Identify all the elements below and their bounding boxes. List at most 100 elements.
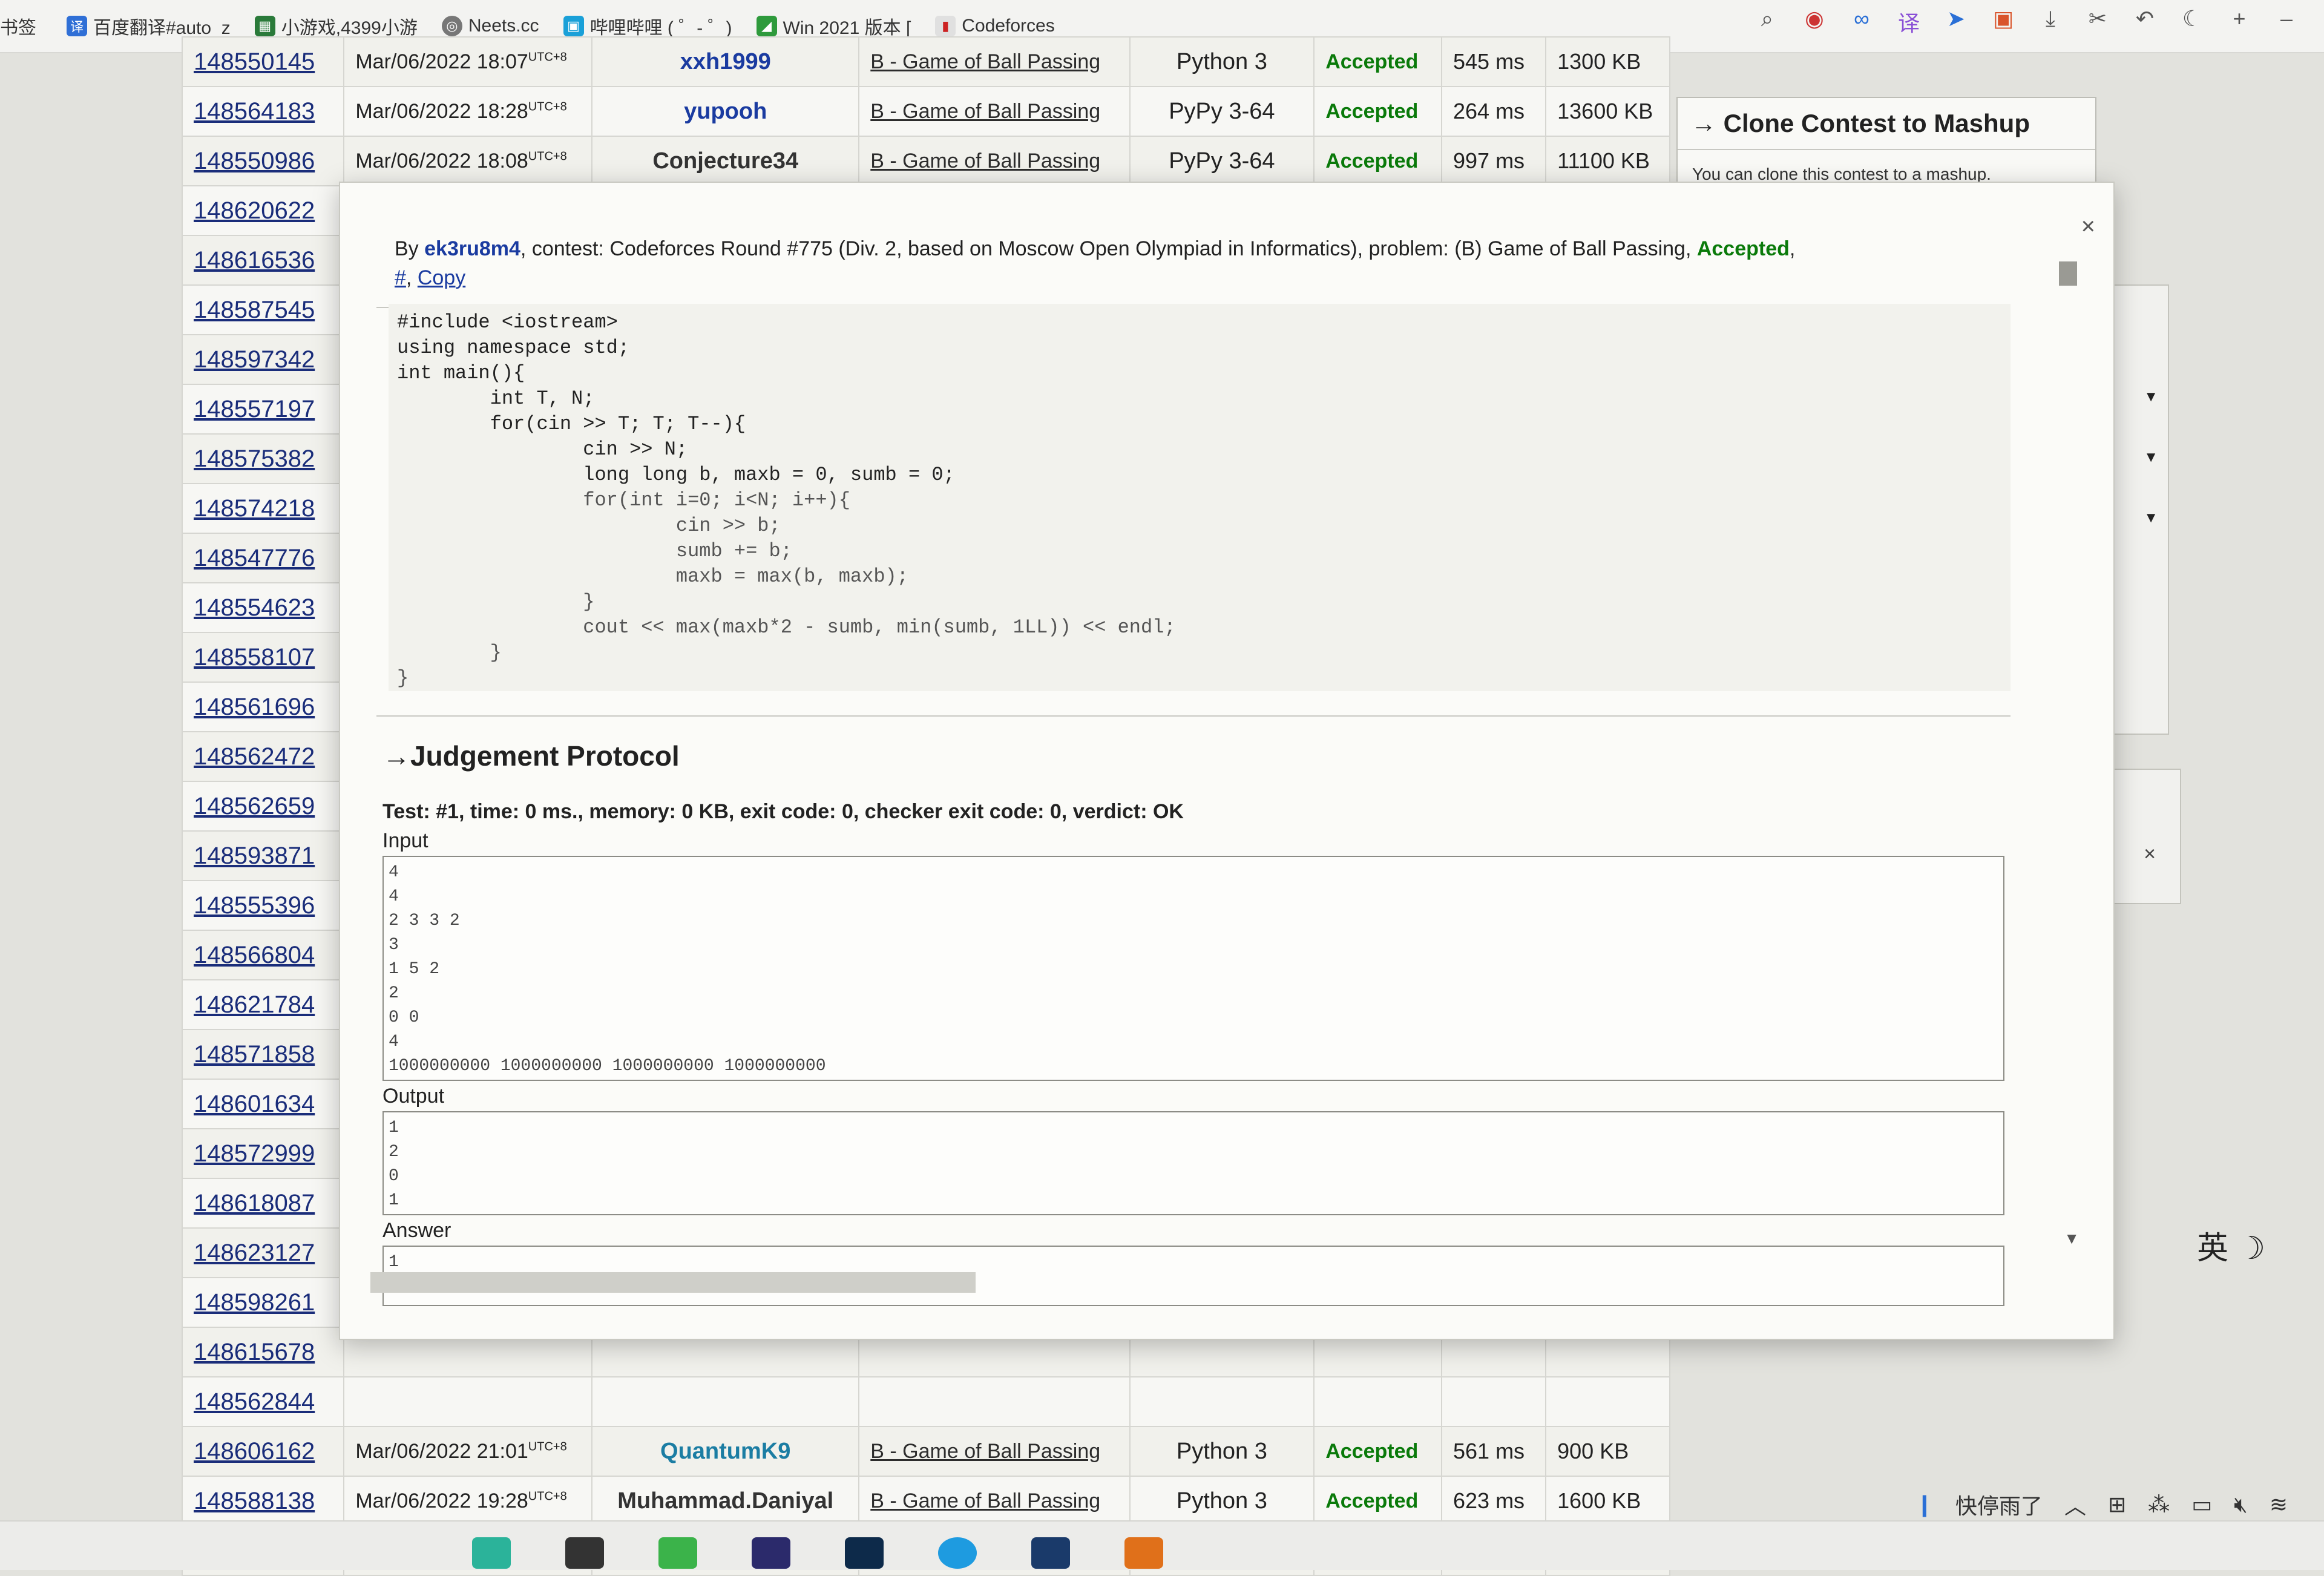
app-icon[interactable]: [565, 1537, 604, 1569]
bookmark-folder[interactable]: 书签: [0, 13, 36, 39]
bookmark-codeforces[interactable]: ▮ Codeforces: [935, 16, 1055, 36]
chevron-up-icon[interactable]: ︿: [2064, 1489, 2086, 1520]
clone-contest-title[interactable]: → Clone Contest to Mashup: [1678, 98, 2095, 150]
ime-icon[interactable]: ⊞: [2108, 1492, 2126, 1517]
chevron-down-icon[interactable]: ▼: [2144, 389, 2158, 405]
undo-icon[interactable]: ↶: [2132, 6, 2158, 38]
copy-link[interactable]: Copy: [418, 266, 465, 289]
close-icon[interactable]: ×: [2081, 213, 2095, 240]
bookmark-bilibili[interactable]: ▣ 哔哩哔哩 ( ゜- ゜): [563, 13, 732, 39]
submission-id[interactable]: 148593871: [181, 830, 345, 881]
problem-link[interactable]: B - Game of Ball Passing: [858, 86, 1131, 137]
submission-id[interactable]: 148621784: [181, 979, 345, 1030]
translate-icon[interactable]: 译: [1896, 6, 1922, 38]
submission-id[interactable]: 148620622: [181, 185, 345, 236]
submission-id[interactable]: 148574218: [181, 483, 345, 534]
wifi-icon[interactable]: ≋: [2270, 1492, 2288, 1517]
scissors-icon[interactable]: ✂: [2084, 6, 2111, 38]
weather-icon[interactable]: ❙: [1915, 1492, 1934, 1517]
table-cell: [343, 1376, 593, 1427]
bird-icon[interactable]: ➤: [1943, 6, 1969, 38]
vertical-scrollbar[interactable]: [2059, 261, 2077, 286]
submission-modal: × ▼ By ek3ru8m4, contest: Codeforces Rou…: [339, 182, 2115, 1340]
chevron-down-icon[interactable]: ▼: [2064, 1229, 2079, 1248]
author-handle[interactable]: xxh1999: [591, 36, 860, 87]
submission-id[interactable]: 148562472: [181, 731, 345, 782]
submission-id[interactable]: 148558107: [181, 632, 345, 683]
submission-id[interactable]: 148618087: [181, 1178, 345, 1229]
app-icon[interactable]: [1124, 1537, 1163, 1569]
code-line: #include <iostream>: [397, 311, 618, 333]
bookmark-baidu-translate[interactable]: 译百度翻译#auto_z: [67, 13, 231, 39]
problem-link[interactable]: B - Game of Ball Passing: [858, 36, 1131, 87]
app-icon[interactable]: [658, 1537, 697, 1569]
memory-used: 1600 KB: [1545, 1476, 1670, 1526]
minimize-icon[interactable]: –: [2273, 6, 2300, 38]
problem-link[interactable]: B - Game of Ball Passing: [858, 1426, 1131, 1477]
search-icon[interactable]: ⌕: [1754, 6, 1781, 38]
time-used: 561 ms: [1440, 1426, 1547, 1477]
timezone: UTC+8: [528, 1489, 567, 1503]
bookmark-win2021[interactable]: ◢ Win 2021 版本 [: [756, 13, 911, 39]
submission-id[interactable]: 148564183: [181, 86, 345, 137]
submission-id[interactable]: 148572999: [181, 1128, 345, 1179]
submission-id[interactable]: 148575382: [181, 433, 345, 484]
submission-id[interactable]: 148562844: [181, 1376, 345, 1427]
office-icon[interactable]: ▣: [1990, 6, 2017, 38]
memory-used: 1300 KB: [1545, 36, 1670, 87]
infinity-icon[interactable]: ∞: [1848, 6, 1875, 38]
submission-id[interactable]: 148562659: [181, 781, 345, 832]
timezone: UTC+8: [528, 50, 567, 64]
submission-id[interactable]: 148571858: [181, 1029, 345, 1080]
dev-cpp-icon[interactable]: [1031, 1537, 1070, 1569]
tray-icon[interactable]: ⁂: [2148, 1492, 2170, 1517]
submission-id[interactable]: 148588138: [181, 1476, 345, 1526]
submission-id[interactable]: 148550145: [181, 36, 345, 87]
submission-time: Mar/06/2022 18:28UTC+8: [343, 86, 593, 137]
ime-indicator[interactable]: 英 ☽: [2197, 1223, 2265, 1268]
code-line: using namespace std;: [397, 337, 630, 359]
app-icon[interactable]: [472, 1537, 511, 1569]
game-icon[interactable]: ◉: [1801, 6, 1828, 38]
download-icon[interactable]: ⤓: [2037, 6, 2064, 38]
plus-icon[interactable]: +: [2226, 6, 2253, 38]
submission-id[interactable]: 148557197: [181, 384, 345, 435]
submission-id[interactable]: 148561696: [181, 681, 345, 732]
submission-id[interactable]: 148566804: [181, 930, 345, 980]
submission-id[interactable]: 148554623: [181, 582, 345, 633]
submission-id[interactable]: 148598261: [181, 1277, 345, 1328]
author-link[interactable]: ek3ru8m4: [424, 237, 520, 260]
submission-id[interactable]: 148601634: [181, 1079, 345, 1129]
edge-icon[interactable]: [938, 1537, 977, 1569]
code-line: int T, N;: [397, 387, 595, 410]
submission-id[interactable]: 148550986: [181, 136, 345, 186]
submission-id[interactable]: 148587545: [181, 284, 345, 335]
author-handle[interactable]: QuantumK9: [591, 1426, 860, 1477]
submission-id[interactable]: 148615678: [181, 1327, 345, 1377]
author-handle[interactable]: Muhammad.Daniyal: [591, 1476, 860, 1526]
volume-muted-icon[interactable]: 🔇︎: [2234, 1492, 2248, 1518]
battery-icon[interactable]: ▭: [2191, 1492, 2212, 1517]
horizontal-scrollbar[interactable]: [370, 1272, 976, 1293]
bookmark-neets[interactable]: ◎ Neets.cc: [441, 16, 539, 36]
close-icon[interactable]: ×: [2144, 842, 2156, 866]
premiere-icon[interactable]: [752, 1537, 790, 1569]
author-handle[interactable]: Conjecture34: [591, 136, 860, 186]
submission-id[interactable]: 148616536: [181, 235, 345, 286]
author-handle[interactable]: yupooh: [591, 86, 860, 137]
bookmark-4399[interactable]: ▦ 小游戏,4399小游: [254, 13, 418, 39]
permalink[interactable]: #: [395, 266, 406, 289]
problem-link[interactable]: B - Game of Ball Passing: [858, 1476, 1131, 1526]
moon-icon[interactable]: ☾: [2179, 6, 2205, 38]
submission-id[interactable]: 148597342: [181, 334, 345, 385]
chevron-down-icon[interactable]: ▼: [2144, 449, 2158, 466]
table-cell: [858, 1376, 1131, 1427]
weather-text[interactable]: 快停雨了: [1955, 1489, 2043, 1520]
submission-id[interactable]: 148547776: [181, 533, 345, 583]
photoshop-icon[interactable]: [845, 1537, 884, 1569]
chevron-down-icon[interactable]: ▼: [2144, 510, 2158, 527]
submission-id[interactable]: 148555396: [181, 880, 345, 931]
submission-id[interactable]: 148606162: [181, 1426, 345, 1477]
submission-id[interactable]: 148623127: [181, 1227, 345, 1278]
problem-link[interactable]: B - Game of Ball Passing: [858, 136, 1131, 186]
